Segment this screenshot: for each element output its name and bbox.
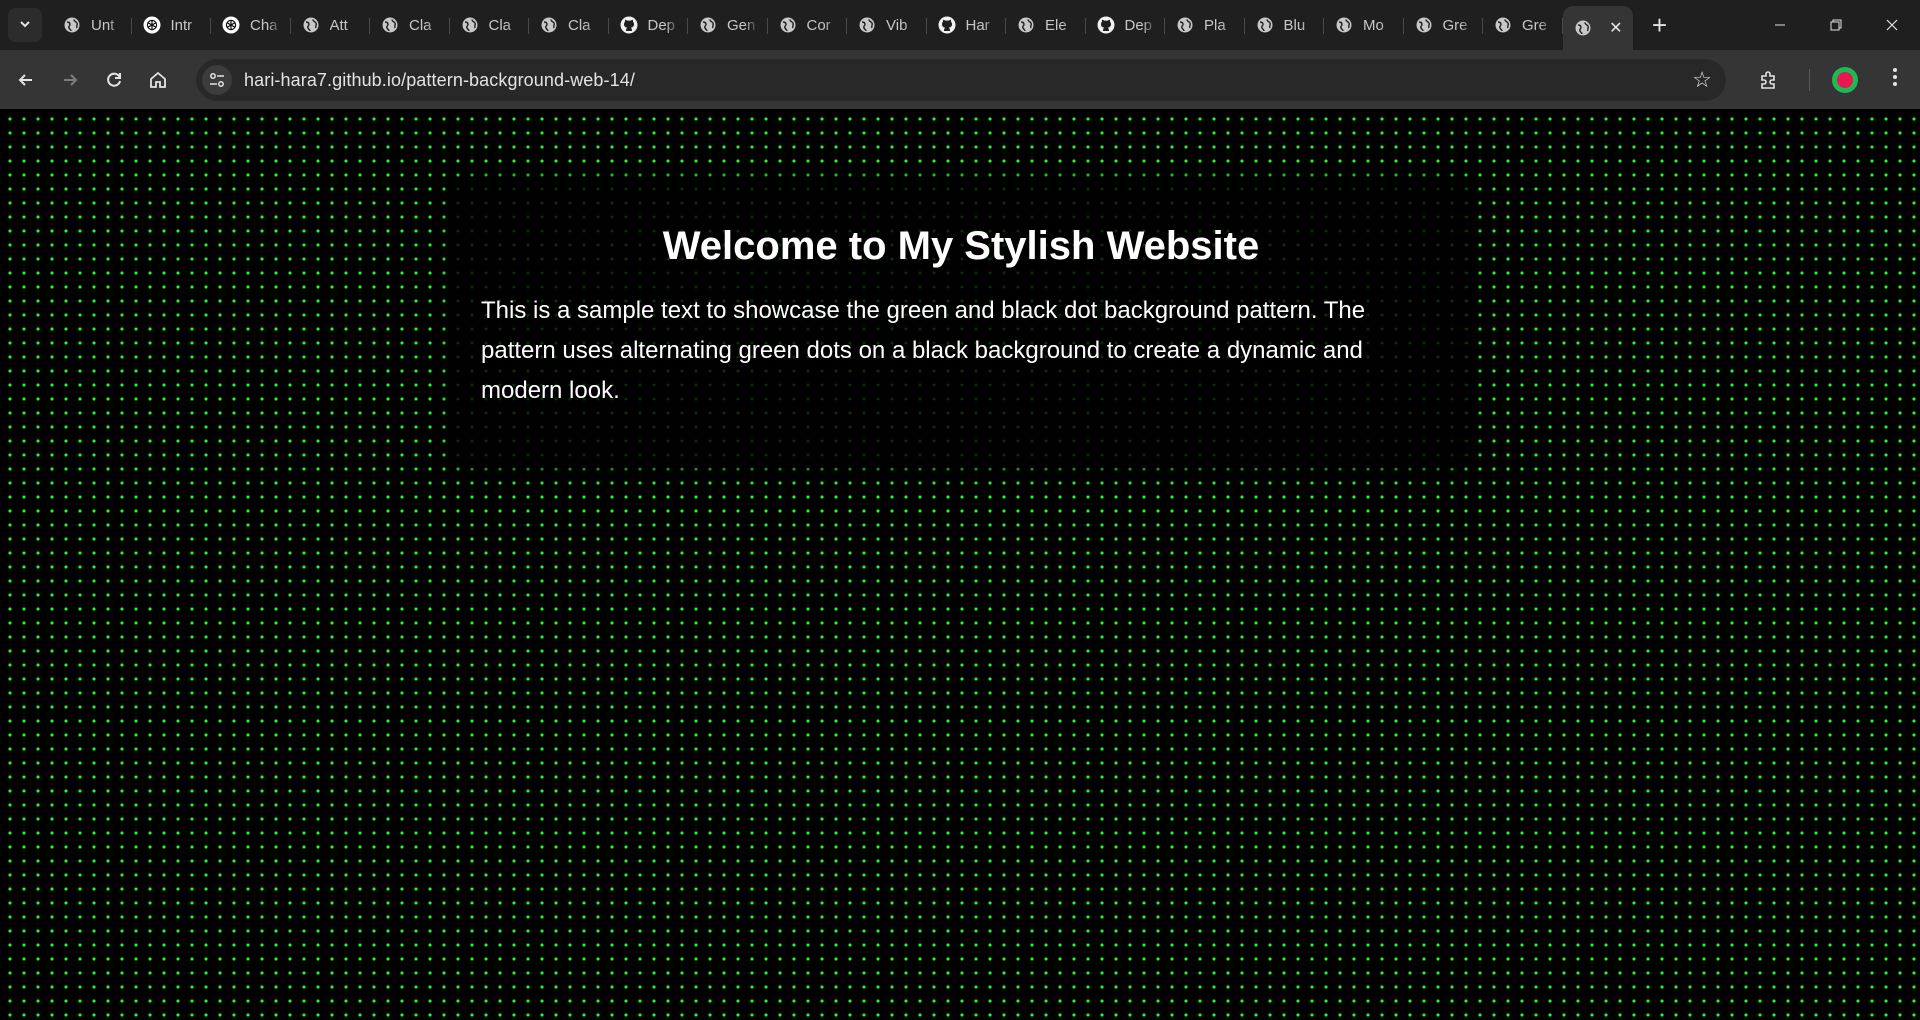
tab-title: Intr <box>170 16 193 34</box>
restore-button[interactable] <box>1808 0 1864 50</box>
browser-tab[interactable]: Gre <box>1404 7 1484 43</box>
browser-tab[interactable]: Mo <box>1324 7 1404 43</box>
tab-title: Blu <box>1283 16 1306 34</box>
toolbar-right <box>1749 50 1920 109</box>
tab-title: Cor <box>806 16 831 34</box>
tab-title: Gre <box>1442 16 1468 34</box>
browser-tab-active[interactable]: ✕ <box>1562 6 1633 50</box>
tab-title: Cha <box>250 16 278 34</box>
page-viewport: Welcome to My Stylish Website This is a … <box>0 109 1920 1020</box>
close-tab-icon[interactable]: ✕ <box>1609 18 1622 38</box>
back-button[interactable] <box>8 62 44 98</box>
chevron-down-icon <box>18 17 32 34</box>
browser-tab[interactable]: Gen <box>688 7 768 43</box>
globe-icon <box>540 16 558 34</box>
kebab-menu-icon <box>1893 67 1897 86</box>
github-icon <box>1097 16 1115 34</box>
page-title: Welcome to My Stylish Website <box>662 224 1260 268</box>
browser-tab[interactable]: Blu <box>1245 7 1325 43</box>
browser-tab[interactable]: Cor <box>768 7 848 43</box>
minimize-icon <box>1775 24 1785 26</box>
tune-icon <box>210 73 224 87</box>
browser-tab[interactable]: Cha <box>211 7 291 43</box>
tab-title: Cla <box>409 16 432 34</box>
browser-tab[interactable]: Dep <box>609 7 689 43</box>
globe-icon <box>381 16 399 34</box>
tab-title: Mo <box>1363 16 1384 34</box>
tab-title: Cla <box>488 16 512 34</box>
bookmark-star-icon[interactable]: ☆ <box>1692 67 1712 93</box>
globe-icon <box>302 16 320 34</box>
tab-strip: Unt Intr Cha Att Cla Cla Cla Dep Gen Cor Vib Har Ele… <box>0 0 1920 50</box>
tab-title: Dep <box>647 16 676 34</box>
browser-tab[interactable]: Cla <box>370 7 450 43</box>
new-tab-button[interactable]: + <box>1643 12 1677 38</box>
tab-title: Unt <box>91 16 115 34</box>
globe-icon <box>1415 16 1433 34</box>
globe-icon <box>1256 16 1274 34</box>
browser-tab[interactable]: Vib <box>847 7 927 43</box>
browser-tab[interactable]: Att <box>291 7 371 43</box>
home-icon <box>150 71 166 88</box>
globe-icon <box>1494 16 1512 34</box>
plus-icon: + <box>1651 10 1668 40</box>
browser-tab[interactable]: Pla <box>1165 7 1245 43</box>
toolbar-divider <box>1809 68 1810 91</box>
github-icon <box>620 16 638 34</box>
globe-icon <box>63 16 81 34</box>
browser-tab[interactable]: Unt <box>52 7 132 43</box>
content-card: Welcome to My Stylish Website This is a … <box>455 181 1467 468</box>
tab-title: Gen <box>727 16 756 34</box>
browser-tab[interactable]: Har <box>927 7 1007 43</box>
tab-title: Cla <box>568 16 591 34</box>
tab-title: Att <box>329 16 348 34</box>
page-body-text: This is a sample text to showcase the gr… <box>481 297 1366 404</box>
restore-icon <box>1830 19 1842 31</box>
profile-avatar[interactable] <box>1832 66 1858 93</box>
browser-tab[interactable]: Cla <box>529 7 609 43</box>
url-text[interactable]: hari-hara7.github.io/pattern-background-… <box>244 70 635 91</box>
arrow-right-icon <box>64 73 78 86</box>
browser-toolbar: hari-hara7.github.io/pattern-background-… <box>0 50 1920 109</box>
globe-icon <box>1335 16 1353 34</box>
globe-icon <box>461 16 479 34</box>
browser-tab[interactable]: Ele <box>1006 7 1086 43</box>
globe-icon <box>1574 19 1592 37</box>
globe-icon <box>1017 16 1035 34</box>
forward-button[interactable] <box>52 62 88 98</box>
tab-title: Vib <box>886 16 908 34</box>
close-window-button[interactable] <box>1864 0 1920 50</box>
browser-tab[interactable]: Gre <box>1483 7 1563 43</box>
browser-tab[interactable]: Cla <box>450 7 530 43</box>
globe-icon <box>858 16 876 34</box>
globe-icon <box>1176 16 1194 34</box>
openai-icon <box>143 16 161 34</box>
openai-icon <box>222 16 240 34</box>
browser-tab[interactable]: Dep <box>1086 7 1166 43</box>
site-info-button[interactable] <box>202 65 232 95</box>
reload-button[interactable] <box>96 62 132 98</box>
home-button[interactable] <box>140 62 176 98</box>
close-icon <box>1886 19 1898 31</box>
puzzle-icon <box>1761 70 1775 89</box>
extensions-button[interactable] <box>1749 60 1789 100</box>
tab-title: Har <box>965 16 990 34</box>
window-controls <box>1752 0 1920 50</box>
tab-title: Pla <box>1204 16 1226 34</box>
tab-title: Gre <box>1522 16 1548 34</box>
browser-tab[interactable]: Intr <box>132 7 212 43</box>
tab-title: Dep <box>1124 16 1153 34</box>
globe-icon <box>779 16 797 34</box>
tab-title: Ele <box>1045 16 1067 34</box>
reload-icon <box>107 72 121 87</box>
address-bar[interactable]: hari-hara7.github.io/pattern-background-… <box>196 59 1726 101</box>
more-menu-button[interactable] <box>1880 66 1910 94</box>
globe-icon <box>699 16 717 34</box>
github-icon <box>938 16 956 34</box>
tab-search-button[interactable] <box>8 8 42 42</box>
minimize-button[interactable] <box>1752 0 1808 50</box>
arrow-left-icon <box>18 73 32 86</box>
tab-list: Unt Intr Cha Att Cla Cla Cla Dep Gen Cor Vib Har Ele… <box>52 0 1633 50</box>
